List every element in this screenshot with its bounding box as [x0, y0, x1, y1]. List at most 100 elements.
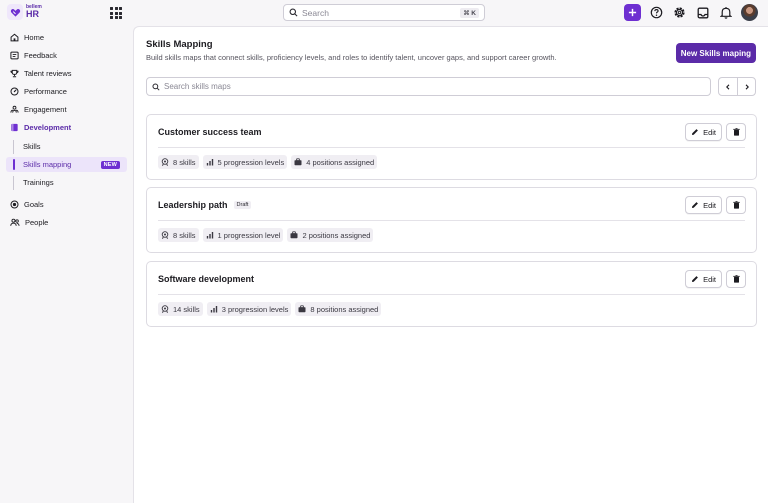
trash-icon [732, 128, 740, 136]
inbox-icon[interactable] [695, 4, 710, 21]
card-title: Customer success team [158, 127, 262, 137]
skills-count-chip: 14 skills [158, 302, 203, 316]
bar-chart-icon [206, 159, 213, 166]
progression-levels-count: 5 progression levels [217, 157, 285, 167]
skills-count: 14 skills [173, 304, 200, 314]
card-divider [158, 147, 745, 148]
skills-icon [161, 158, 169, 166]
edit-button[interactable]: Edit [685, 123, 722, 141]
progression-levels-chip: 5 progression levels [202, 155, 288, 169]
help-icon[interactable] [649, 4, 664, 21]
previous-page-button[interactable] [719, 78, 737, 95]
skills-map-search-input[interactable]: Search skills maps [146, 77, 711, 96]
bar-chart-icon [206, 232, 213, 239]
search-icon [289, 8, 298, 17]
skills-count-chip: 8 skills [158, 155, 199, 169]
progression-levels-chip: 3 progression levels [206, 302, 292, 316]
card-title: Leadership path [158, 200, 228, 210]
sidebar-item-label: Talent reviews [24, 68, 72, 78]
skills-count-chip: 8 skills [158, 228, 199, 242]
notifications-bell-icon[interactable] [718, 4, 733, 21]
delete-button[interactable] [726, 123, 746, 141]
card-divider [158, 220, 745, 221]
progression-levels-chip: 1 progression level [202, 228, 284, 242]
edit-button[interactable]: Edit [685, 270, 722, 288]
create-button[interactable] [624, 4, 641, 21]
skills-icon [161, 231, 169, 239]
bar-chart-icon [210, 306, 217, 313]
logo-text-bottom: HR [26, 9, 39, 19]
user-avatar[interactable] [741, 4, 758, 21]
skills-map-card[interactable]: Customer success team Edit 8 skills 5 pr… [146, 114, 757, 180]
sidebar-subitem-trainings[interactable]: Trainings [6, 175, 127, 190]
positions-count: 2 positions assigned [302, 230, 371, 240]
sidebar-item-label: Engagement [24, 104, 67, 114]
sidebar-item-label: Performance [24, 86, 67, 96]
trash-icon [732, 201, 740, 209]
edit-label: Edit [703, 127, 716, 137]
pagination [718, 77, 756, 96]
skills-map-card[interactable]: Leadership path Draft Edit 8 skills 1 pr… [146, 187, 757, 253]
sidebar-item-feedback[interactable]: Feedback [10, 48, 57, 62]
new-skills-map-button[interactable]: New Skills maping [675, 43, 756, 63]
delete-button[interactable] [726, 196, 746, 214]
delete-button[interactable] [726, 270, 746, 288]
chevron-right-icon [745, 83, 749, 90]
draft-badge: Draft [233, 201, 252, 209]
pencil-icon [692, 202, 698, 208]
sidebar-item-development[interactable]: Development [10, 120, 71, 134]
sidebar-subitem-skills[interactable]: Skills [6, 139, 127, 154]
edit-label: Edit [703, 274, 716, 284]
page-subtitle: Build skills maps that connect skills, p… [146, 53, 557, 62]
feedback-icon [10, 51, 19, 59]
page-title: Skills Mapping [146, 39, 213, 50]
sidebar-item-talent-reviews[interactable]: Talent reviews [10, 66, 72, 80]
positions-chip: 4 positions assigned [291, 155, 378, 169]
sidebar-nav: Home Feedback Talent reviews Performance… [0, 26, 133, 503]
trash-icon [732, 275, 740, 283]
positions-chip: 8 positions assigned [295, 302, 382, 316]
sidebar-item-goals[interactable]: Goals [10, 197, 44, 211]
global-search-input[interactable]: Search ⌘ K [283, 4, 485, 21]
sidebar-item-label: People [25, 217, 49, 227]
chevron-left-icon [726, 83, 730, 90]
positions-count: 8 positions assigned [310, 304, 379, 314]
apps-grid-icon[interactable] [110, 7, 122, 19]
sidebar-item-label: Goals [24, 199, 44, 209]
search-icon [152, 82, 160, 91]
sidebar-item-performance[interactable]: Performance [10, 84, 67, 98]
card-title: Software development [158, 274, 255, 284]
skills-count: 8 skills [173, 157, 196, 167]
book-icon [11, 123, 18, 131]
next-page-button[interactable] [737, 78, 755, 95]
sidebar-subitem-label: Skills mapping [23, 160, 72, 169]
sidebar-item-label: Feedback [24, 50, 57, 60]
app-logo[interactable]: bellem HR [7, 4, 42, 20]
people-icon [10, 218, 20, 226]
sidebar-item-label: Home [24, 32, 45, 42]
sidebar-subitem-skills-mapping[interactable]: Skills mapping NEW [6, 157, 127, 172]
main-content: Skills Mapping Build skills maps that co… [133, 26, 768, 503]
sidebar-item-engagement[interactable]: Engagement [10, 102, 67, 116]
sidebar-item-people[interactable]: People [10, 215, 48, 229]
search-shortcut-badge: ⌘ K [460, 7, 479, 18]
skills-map-card[interactable]: Software development Edit 14 skills 3 pr… [146, 261, 757, 327]
home-icon [10, 33, 19, 41]
briefcase-icon [294, 158, 302, 166]
edit-label: Edit [703, 200, 716, 210]
skills-count: 8 skills [173, 230, 196, 240]
sidebar-subitem-label: Skills [23, 142, 41, 151]
briefcase-icon [298, 305, 306, 313]
logo-mark-icon [7, 4, 23, 20]
sidebar-item-home[interactable]: Home [10, 30, 44, 44]
sidebar-subitem-label: Trainings [23, 178, 54, 187]
skills-icon [161, 305, 169, 313]
settings-gear-icon[interactable] [672, 4, 687, 21]
new-badge: NEW [100, 160, 120, 169]
sidebar-item-label: Development [24, 122, 72, 132]
edit-button[interactable]: Edit [685, 196, 722, 214]
global-search-placeholder: Search [302, 7, 329, 18]
trophy-icon [10, 69, 19, 77]
pencil-icon [692, 276, 698, 282]
pencil-icon [692, 129, 698, 135]
